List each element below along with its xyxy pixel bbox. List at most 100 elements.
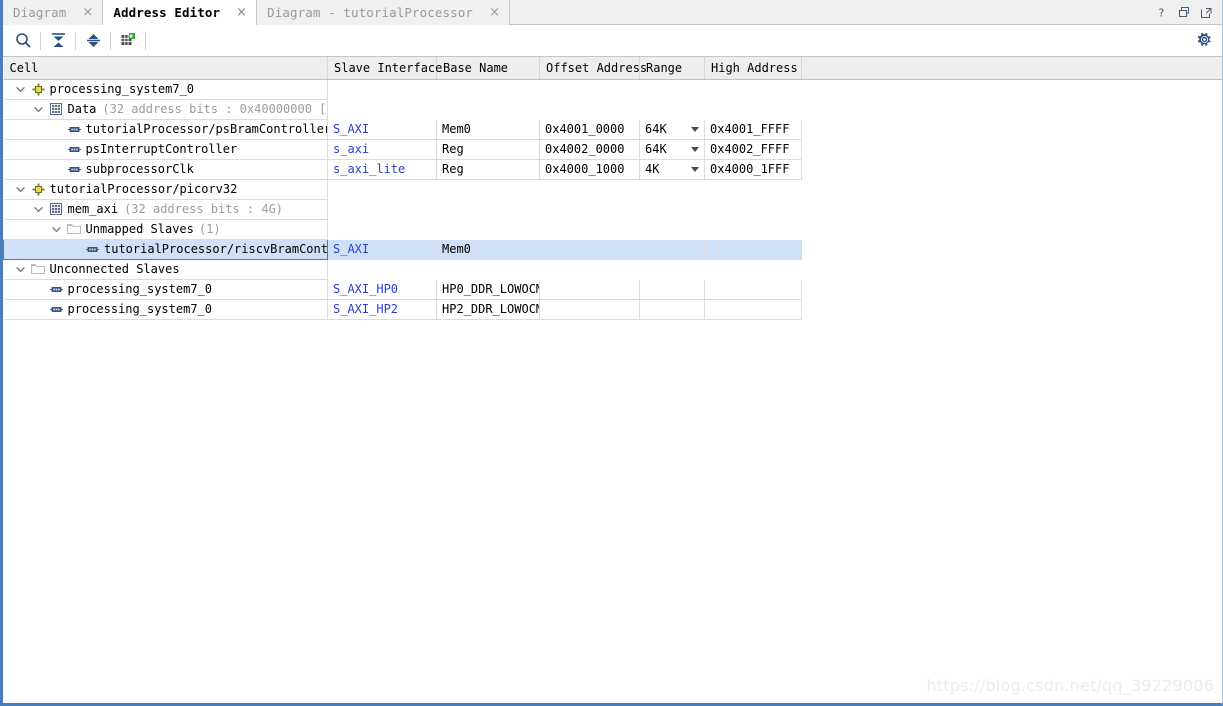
collapse-all-icon[interactable] (44, 28, 72, 54)
base-name-cell (436, 79, 540, 100)
column-header-offset-address[interactable]: Offset Address (539, 57, 647, 80)
table-row[interactable]: psInterruptController s_axi Reg 0x4002_0000… (3, 138, 1222, 160)
tab-diagram-tutorialprocessor[interactable]: Diagram - tutorialProcessor × (257, 0, 511, 25)
range-cell[interactable]: 64K (639, 138, 705, 160)
cell-name-cell[interactable]: Unmapped Slaves (1) (3, 219, 328, 240)
row-filler-cell (801, 119, 1222, 139)
high-address-cell (704, 278, 802, 300)
high-address-cell[interactable]: 0x4002_FFFF (704, 138, 802, 160)
chevron-down-icon[interactable] (691, 166, 699, 172)
table-row[interactable]: mem_axi (32 address bits : 4G) (3, 199, 1222, 220)
column-header-range[interactable]: Range (639, 57, 705, 80)
tree-node-label: processing_system7_0 (67, 302, 213, 316)
float-window-icon[interactable] (1200, 6, 1213, 19)
table-row[interactable]: processing_system7_0 S_AXI_HP0 HP0_DDR_LOW… (3, 278, 1222, 300)
cell-name-cell[interactable]: subprocessorClk (3, 159, 328, 180)
table-row[interactable]: tutorialProcessor/picorv32 (3, 179, 1222, 200)
chevron-down-icon[interactable] (691, 146, 699, 152)
base-name-cell[interactable]: Reg (436, 138, 540, 160)
chevron-down-icon[interactable] (12, 264, 30, 275)
slave-interface-cell[interactable]: S_AXI (327, 238, 437, 260)
table-row[interactable]: Data (32 address bits : 0x40000000 [ 1G ]… (3, 99, 1222, 120)
toolbar-separator (145, 31, 146, 50)
toolbar-separator (110, 31, 111, 50)
chevron-down-icon[interactable] (12, 184, 30, 195)
offset-address-cell (539, 199, 640, 220)
offset-address-cell[interactable]: 0x4000_1000 (539, 158, 640, 180)
watermark-text: https://blog.csdn.net/qq_39229006 (926, 676, 1214, 695)
toolbar-right (1197, 25, 1212, 57)
high-address-cell[interactable]: 0x4001_FFFF (704, 118, 802, 140)
base-name-cell[interactable]: Mem0 (436, 238, 540, 260)
chevron-down-icon[interactable] (30, 204, 48, 215)
close-icon[interactable]: × (234, 6, 249, 19)
chevron-down-icon[interactable] (30, 104, 48, 115)
cell-name-cell[interactable]: tutorialProcessor/picorv32 (3, 179, 328, 200)
slave-interface-cell[interactable]: S_AXI (327, 118, 437, 140)
base-name-cell[interactable]: HP2_DDR_LOWOCM (436, 298, 540, 320)
cell-name-cell[interactable]: processing_system7_0 (3, 299, 328, 320)
base-name-cell[interactable]: Mem0 (436, 118, 540, 140)
search-icon[interactable] (9, 28, 37, 54)
base-name-cell[interactable]: Reg (436, 158, 540, 180)
column-header-high-address[interactable]: High Address (704, 57, 802, 80)
cell-name-cell[interactable]: tutorialProcessor/psBramController (3, 119, 328, 140)
column-header-cell[interactable]: Cell (3, 57, 328, 80)
range-cell (639, 259, 705, 280)
chevron-down-icon[interactable] (48, 224, 66, 235)
base-name-cell[interactable]: HP0_DDR_LOWOCM (436, 278, 540, 300)
slave-interface-cell-text: s_axi_lite (333, 162, 406, 176)
table-row[interactable]: tutorialProcessor/psBramController S_AXI M… (3, 118, 1222, 140)
restore-window-icon[interactable] (1178, 6, 1191, 19)
toolbar-separator (40, 31, 41, 50)
slave-interface-cell-text: s_axi (333, 142, 370, 156)
chevron-down-icon[interactable] (691, 126, 699, 132)
high-address-cell (704, 79, 802, 100)
table-header: Cell Slave Interface Base Name Offset Ad… (3, 57, 1222, 80)
table-row[interactable]: Unconnected Slaves (3, 259, 1222, 280)
range-cell (639, 238, 705, 260)
high-address-cell[interactable]: 0x4000_1FFF (704, 158, 802, 180)
tab-diagram[interactable]: Diagram × (3, 0, 104, 25)
cell-name-cell[interactable]: psInterruptController (3, 139, 328, 160)
export-spreadsheet-icon[interactable] (114, 28, 142, 54)
table-row[interactable]: processing_system7_0 (3, 79, 1222, 100)
cell-name-cell[interactable]: processing_system7_0 (3, 279, 328, 300)
slave-interface-cell[interactable]: s_axi_lite (327, 158, 437, 180)
range-cell[interactable]: 64K (639, 118, 705, 140)
table-row[interactable]: subprocessorClk s_axi_lite Reg 0x4000_1000 4… (3, 158, 1222, 180)
cell-name-cell[interactable]: Unconnected Slaves (3, 259, 328, 280)
folder-icon (66, 223, 83, 235)
slave-interface-icon (48, 285, 65, 294)
slave-interface-cell[interactable]: S_AXI_HP0 (327, 278, 437, 300)
slave-interface-icon (84, 245, 101, 254)
gear-icon[interactable] (1197, 32, 1212, 50)
tree-node-label: Unmapped Slaves (85, 222, 194, 236)
slave-interface-cell[interactable]: S_AXI_HP2 (327, 298, 437, 320)
high-address-cell-text: 0x4002_FFFF (710, 142, 790, 156)
close-icon[interactable]: × (80, 6, 95, 19)
table-row[interactable]: Unmapped Slaves (1) (3, 219, 1222, 240)
help-icon[interactable]: ? (1156, 6, 1169, 19)
base-name-cell (436, 179, 540, 200)
range-value: 64K (645, 142, 667, 156)
offset-address-cell[interactable]: 0x4001_0000 (539, 118, 640, 140)
close-icon[interactable]: × (487, 6, 502, 19)
slave-interface-icon (48, 305, 65, 314)
tab-address-editor[interactable]: Address Editor × (103, 0, 258, 25)
column-header-base-name[interactable]: Base Name (436, 57, 540, 80)
table-row[interactable]: processing_system7_0 S_AXI_HP2 HP2_DDR_LOW… (3, 298, 1222, 320)
cell-name-cell[interactable]: Data (32 address bits : 0x40000000 [ 1G ]… (3, 99, 328, 120)
range-cell[interactable]: 4K (639, 158, 705, 180)
expand-all-icon[interactable] (79, 28, 107, 54)
high-address-cell (704, 259, 802, 280)
chevron-down-icon[interactable] (12, 84, 30, 95)
column-header-slave-interface[interactable]: Slave Interface (327, 57, 442, 80)
cell-name-cell[interactable]: tutorialProcessor/riscvBramController (3, 238, 328, 260)
ip-block-icon (30, 183, 47, 196)
cell-name-cell[interactable]: mem_axi (32 address bits : 4G) (3, 199, 328, 220)
table-row[interactable]: tutorialProcessor/riscvBramController S_A… (3, 238, 1222, 260)
slave-interface-cell[interactable]: s_axi (327, 138, 437, 160)
cell-name-cell[interactable]: processing_system7_0 (3, 79, 328, 100)
offset-address-cell[interactable]: 0x4002_0000 (539, 138, 640, 160)
